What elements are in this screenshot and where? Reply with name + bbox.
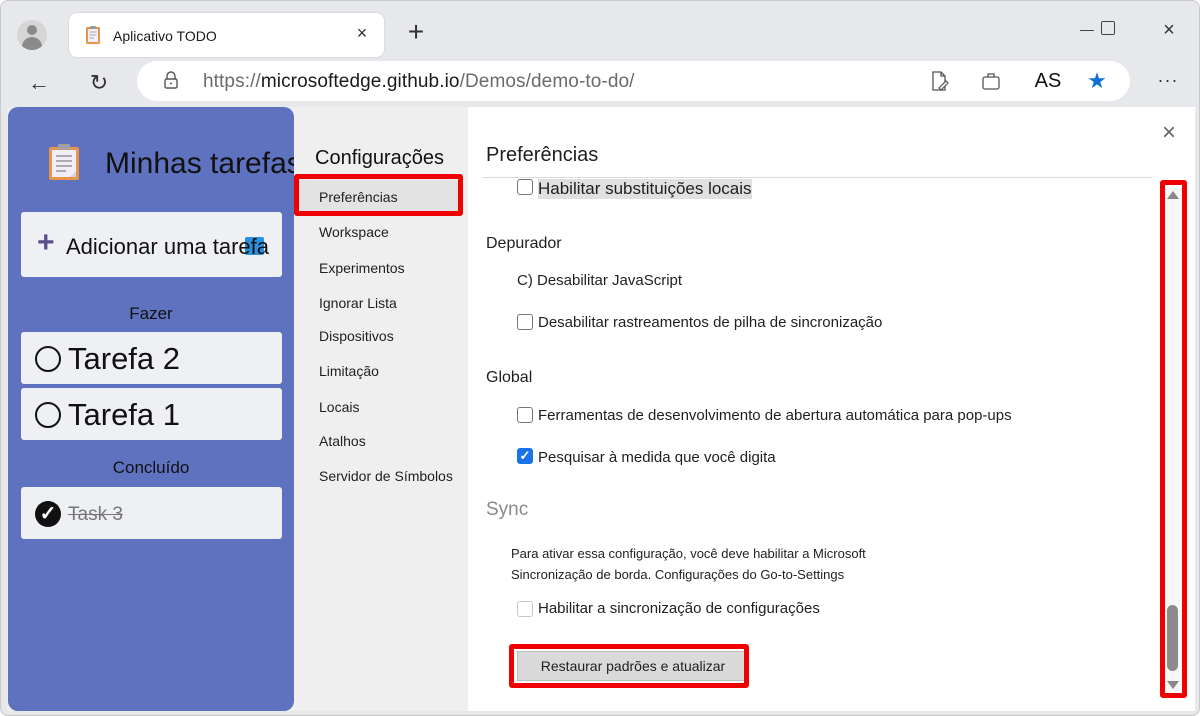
task-label: Task 3 <box>68 504 123 525</box>
settings-nav-locations[interactable]: Locais <box>294 390 459 424</box>
settings-nav-preferences[interactable]: Preferências <box>294 180 459 214</box>
favorite-star-icon[interactable]: ★ <box>1085 69 1109 93</box>
todo-header: Minhas tarefas <box>8 137 302 187</box>
todo-app: Minhas tarefas + Adicionar uma tarefa Fa… <box>8 107 302 711</box>
scrollbar[interactable] <box>1165 187 1181 697</box>
settings-nav-ignore-list[interactable]: Ignorar Lista <box>294 286 459 320</box>
restore-defaults-button[interactable]: Restaurar padrões e atualizar <box>517 651 749 681</box>
task-item[interactable]: Tarefa 1 <box>21 388 282 440</box>
disable-async-checkbox[interactable] <box>517 314 533 330</box>
page-viewport: Minhas tarefas + Adicionar uma tarefa Fa… <box>7 107 1195 711</box>
title-divider <box>482 177 1152 178</box>
enable-sync-checkbox[interactable] <box>517 601 533 617</box>
enable-sync-label: Habilitar a sincronização de configuraçõ… <box>538 600 820 617</box>
url-text[interactable]: https://microsoftedge.github.io/Demos/de… <box>203 71 635 93</box>
window-close-icon[interactable]: × <box>1149 15 1189 45</box>
maximize-icon[interactable] <box>1087 15 1127 45</box>
navigation-bar: ← ↻ https://microsoftedge.github.io/Demo… <box>1 59 1199 107</box>
local-overrides-label: Habilitar substituições locais <box>538 179 752 199</box>
disable-javascript-label[interactable]: C) Desabilitar JavaScript <box>517 272 682 289</box>
done-section-label: Concluído <box>112 458 190 477</box>
checkmark-icon[interactable]: ✓ <box>35 501 61 527</box>
disable-async-label: Desabilitar rastreamentos de pilha de si… <box>538 314 883 331</box>
auto-open-checkbox[interactable] <box>517 407 533 423</box>
auto-open-label: Ferramentas de desenvolvimento de abertu… <box>538 407 1012 424</box>
tab-title: Aplicativo TODO <box>113 28 217 44</box>
read-document-icon[interactable] <box>927 69 951 93</box>
browser-window: Aplicativo TODO × + × ← ↻ https://micros… <box>0 0 1200 716</box>
task-item-done[interactable]: ✓ Task 3 <box>21 487 282 539</box>
todo-section-label: Fazer <box>129 304 173 323</box>
clipboard-logo-icon <box>49 144 79 180</box>
task-label: Tarefa 1 <box>68 397 181 432</box>
profile-initials[interactable]: AS <box>1031 69 1065 93</box>
sync-desc-line1: Para ativar essa configuração, você deve… <box>511 546 866 561</box>
settings-nav-shortcuts[interactable]: Atalhos <box>294 424 459 458</box>
panel-title: Preferências <box>486 144 599 166</box>
profile-avatar-icon[interactable] <box>17 20 47 50</box>
search-as-type-label: Pesquisar à medida que você digita <box>538 449 776 466</box>
address-bar[interactable]: https://microsoftedge.github.io/Demos/de… <box>137 61 1130 101</box>
debugger-group-title: Depurador <box>486 235 562 252</box>
more-options-icon[interactable]: ··· <box>1153 67 1183 97</box>
app-icon[interactable] <box>979 69 1003 93</box>
add-task-label: Adicionar uma tarefa <box>66 234 269 259</box>
settings-nav-symbol-server[interactable]: Servidor de Símbolos <box>294 459 459 493</box>
settings-sidebar: Configurações Preferências Workspace Exp… <box>294 107 468 711</box>
scroll-up-arrow-icon[interactable] <box>1167 191 1179 199</box>
settings-nav-workspace[interactable]: Workspace <box>294 215 459 249</box>
lock-icon[interactable] <box>163 71 179 89</box>
task-item[interactable]: Tarefa 2 <box>21 332 282 384</box>
sync-description: Para ativar essa configuração, você deve… <box>511 543 866 585</box>
settings-nav-devices[interactable]: Dispositivos <box>294 319 459 353</box>
close-settings-icon[interactable]: × <box>1156 120 1182 146</box>
back-arrow-icon[interactable]: ← <box>23 67 55 99</box>
task-checkbox-circle-icon[interactable] <box>35 402 61 428</box>
new-tab-button[interactable]: + <box>403 18 429 46</box>
sync-group-title: Sync <box>486 499 529 520</box>
plus-icon: + <box>37 226 55 259</box>
task-label: Tarefa 2 <box>68 341 181 376</box>
settings-nav-experiments[interactable]: Experimentos <box>294 251 459 285</box>
global-group-title: Global <box>486 369 533 386</box>
close-tab-icon[interactable]: × <box>352 23 372 43</box>
settings-nav-throttling[interactable]: Limitação <box>294 354 459 388</box>
sync-desc-line2[interactable]: Sincronização de borda. Configurações do… <box>511 564 866 585</box>
settings-title: Configurações <box>315 147 444 169</box>
refresh-icon[interactable]: ↻ <box>83 67 115 99</box>
scrollbar-thumb[interactable] <box>1167 605 1178 671</box>
scroll-down-arrow-icon[interactable] <box>1167 681 1179 689</box>
clipboard-icon <box>86 26 100 44</box>
tab-strip: Aplicativo TODO × + × <box>1 1 1199 63</box>
browser-tab[interactable]: Aplicativo TODO × <box>69 13 384 57</box>
settings-panel: Preferências × Habilitar substituições l… <box>468 107 1195 711</box>
search-as-type-checkbox[interactable]: ✓ <box>517 448 533 464</box>
todo-title: Minhas tarefas <box>105 147 302 180</box>
task-checkbox-circle-icon[interactable] <box>35 346 61 372</box>
local-overrides-checkbox[interactable] <box>517 179 533 195</box>
add-task-button[interactable]: + Adicionar uma tarefa <box>21 212 282 277</box>
